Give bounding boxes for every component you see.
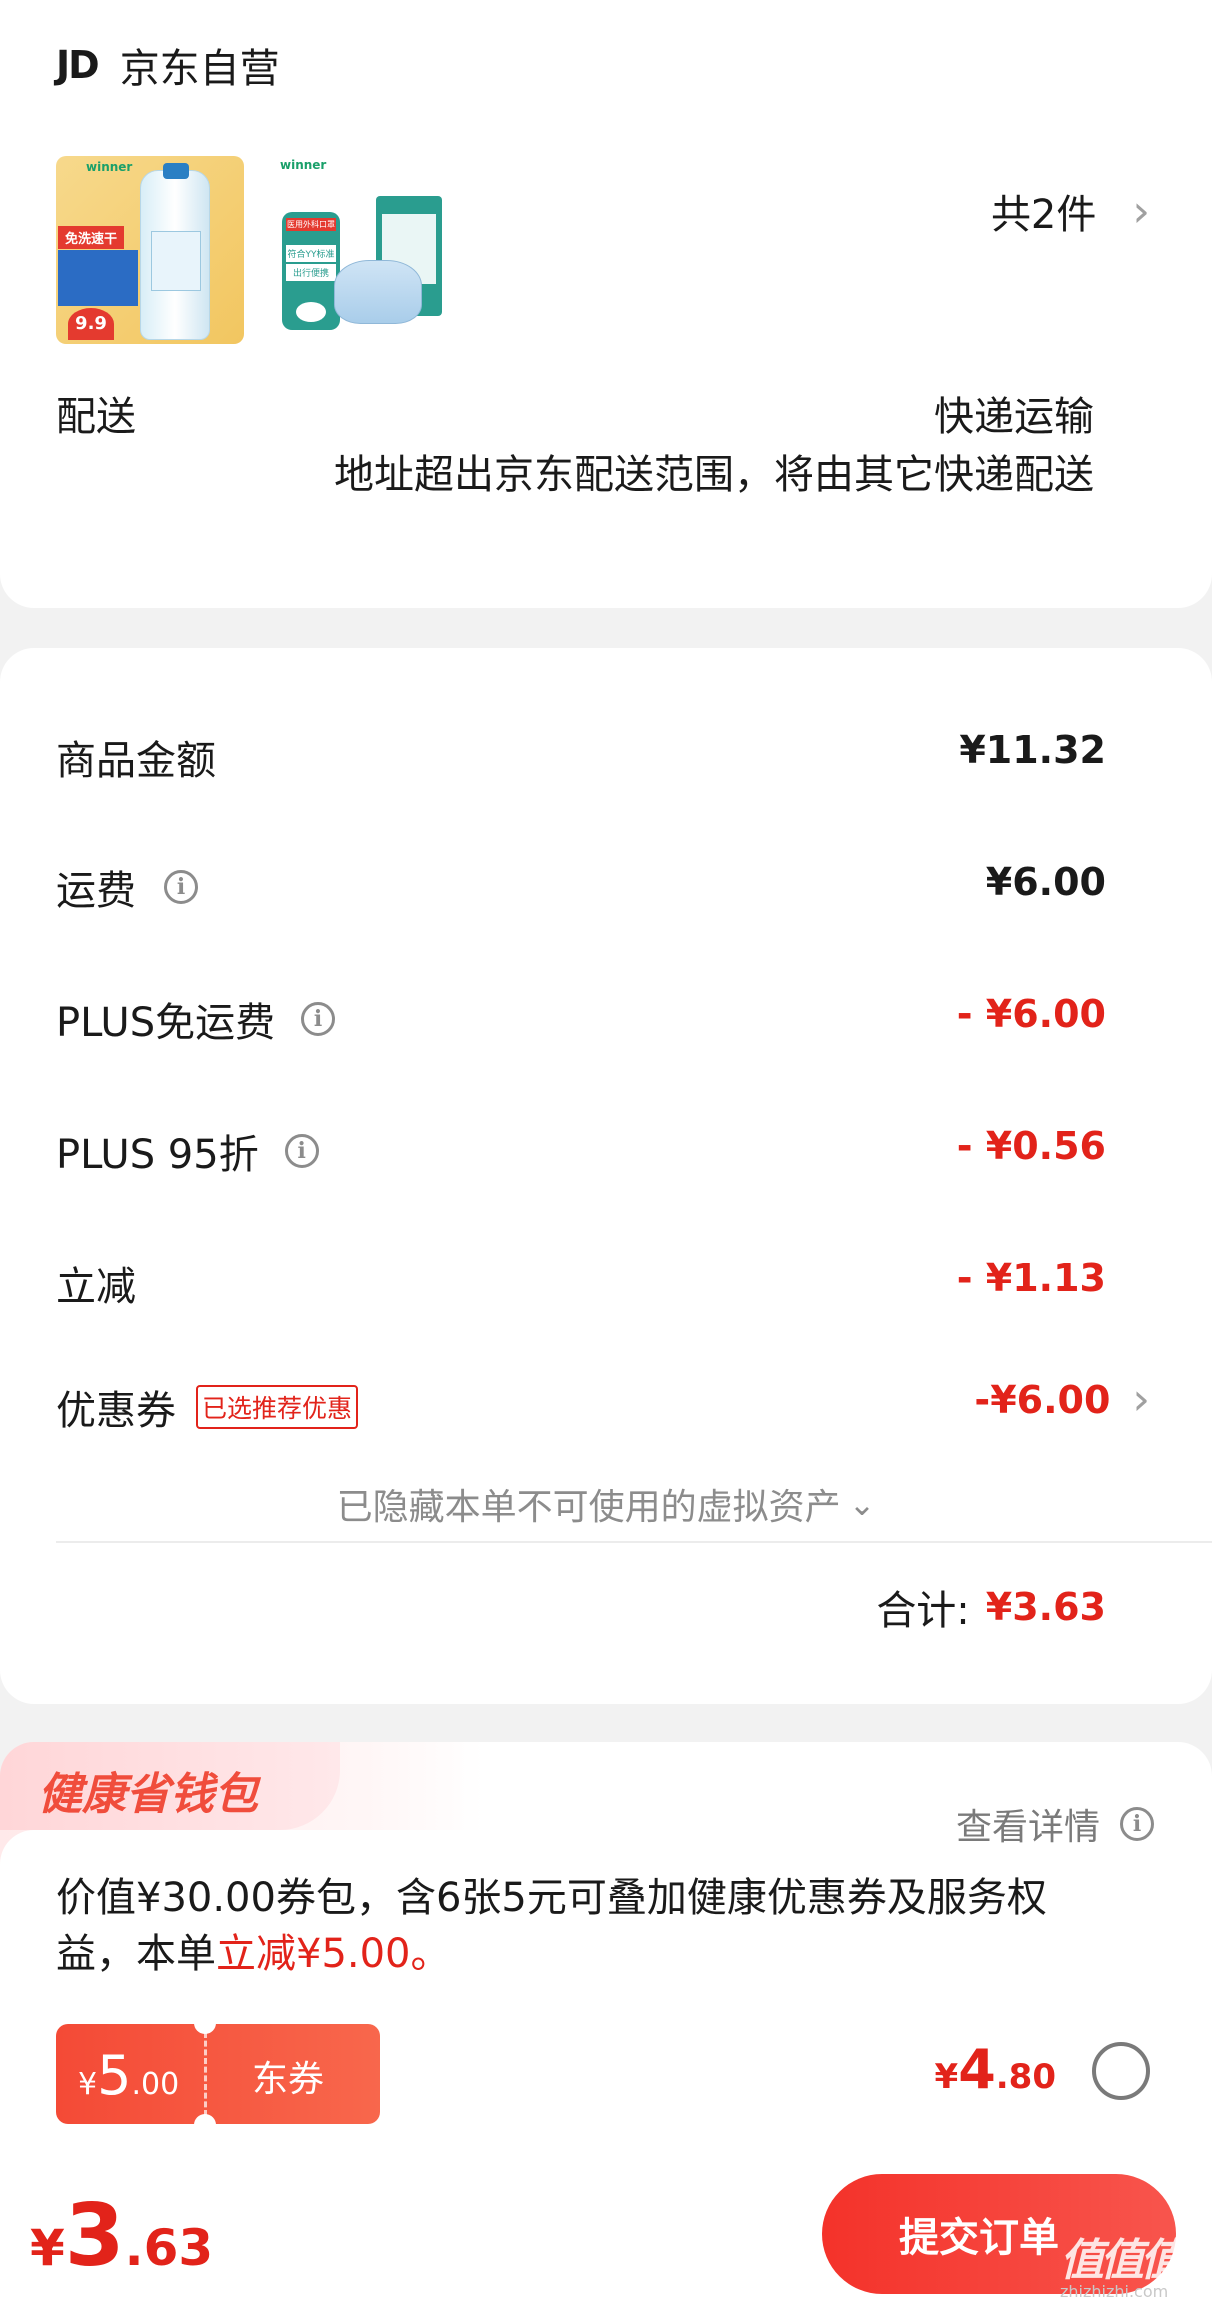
submit-order-label: 提交订单	[899, 2215, 1059, 2261]
price-summary-card: 商品金额 ¥11.32 运费 i ¥6.00 PLUS免运费 i - ¥6.00…	[0, 648, 1212, 1704]
plus-95-label: PLUS 95折	[56, 1132, 259, 1178]
info-icon[interactable]: i	[284, 1134, 319, 1168]
view-details-text: 查看详情	[955, 1807, 1100, 1848]
goods-amount-value: ¥11.32	[959, 728, 1106, 772]
ticket-type: 东券	[252, 2059, 325, 2100]
health-desc-line2: 益，本单立减¥5.00。	[56, 1931, 451, 1977]
plus-free-shipping-label: PLUS免运费	[56, 1000, 276, 1046]
watermark-url: zhizhizhi.com	[1060, 2282, 1169, 2301]
health-description: 价值¥30.00券包，含6张5元可叠加健康优惠券及服务权 益，本单立减¥5.00…	[56, 1870, 1176, 1982]
product-thumb-2[interactable]: winner 医用外科口罩 符合YY标准 出行便携	[268, 156, 456, 344]
ticket-notch-bottom	[194, 2114, 216, 2136]
shipping-row: 运费 i	[56, 858, 198, 916]
jd-logo: JD	[56, 43, 100, 87]
health-desc-line1: 价值¥30.00券包，含6张5元可叠加健康优惠券及服务权	[56, 1875, 1047, 1921]
promo-badge: 免洗速干	[58, 226, 124, 249]
total-value: ¥3.63	[985, 1585, 1106, 1629]
item-count: 共2件	[990, 192, 1097, 238]
shipping-value: ¥6.00	[985, 860, 1106, 904]
promo-info	[58, 250, 138, 306]
info-icon[interactable]: i	[301, 1002, 336, 1036]
plus-95-value: - ¥0.56	[956, 1124, 1106, 1168]
info-icon: i	[1120, 1807, 1154, 1841]
shipping-label: 运费	[56, 868, 136, 914]
goods-amount-label: 商品金额	[56, 738, 216, 784]
hidden-assets-text: 已隐藏本单不可使用的虚拟资产	[336, 1487, 841, 1528]
hidden-assets-toggle[interactable]: 已隐藏本单不可使用的虚拟资产 ⌄	[0, 1478, 1212, 1530]
view-details-link[interactable]: 查看详情 i	[956, 1798, 1154, 1850]
shop-card: JD 京东自营 winner 免洗速干 9.9 winner 医用外科口罩 符合…	[0, 0, 1212, 608]
delivery-note: 地址超出京东配送范围，将由其它快递配送	[334, 452, 1094, 498]
item-count-link[interactable]: 共2件 ›	[991, 182, 1150, 240]
health-wallet-title: 健康省钱包	[38, 1769, 258, 1820]
health-select-radio[interactable]	[1092, 2042, 1150, 2100]
ticket-amount: ¥ 5 .00	[78, 2044, 180, 2107]
bottom-total: ¥ 3 .63	[30, 2186, 214, 2286]
brand-logo: winner	[280, 158, 327, 172]
plus-free-shipping-value: - ¥6.00	[956, 992, 1106, 1036]
coupon-label: 优惠券	[56, 1388, 176, 1434]
coupon-tag: 已选推荐优惠	[196, 1385, 359, 1429]
watermark-logo: 值值值	[1060, 2235, 1184, 2286]
instant-discount-label: 立减	[56, 1264, 136, 1310]
total-row: 合计: ¥3.63	[876, 1578, 1106, 1636]
coupon-row[interactable]: 优惠券 已选推荐优惠	[56, 1378, 359, 1436]
coupon-value: -¥6.00	[974, 1377, 1111, 1422]
health-wallet-card: 健康省钱包 查看详情 i 价值¥30.00券包，含6张5元可叠加健康优惠券及服务…	[0, 1742, 1212, 2162]
info-icon[interactable]: i	[164, 870, 198, 904]
product-thumb-1[interactable]: winner 免洗速干 9.9	[56, 156, 244, 344]
plus-95-row: PLUS 95折 i	[56, 1122, 319, 1180]
health-coupon-ticket: ¥ 5 .00 东券	[56, 2012, 380, 2136]
instant-discount-value: - ¥1.13	[956, 1256, 1106, 1300]
total-label: 合计:	[876, 1588, 970, 1634]
chevron-right-icon: ›	[1132, 185, 1150, 237]
promo-price: 9.9	[68, 308, 114, 340]
bottom-bar: ¥ 3 .63 提交订单 值值值 zhizhizhi.com	[0, 2162, 1212, 2308]
chevron-down-icon: ⌄	[848, 1485, 876, 1523]
delivery-method[interactable]: 快递运输	[934, 384, 1094, 442]
bottle-image	[140, 163, 210, 340]
shop-header: JD 京东自营	[56, 36, 280, 94]
chevron-right-icon: ›	[1132, 1374, 1150, 1425]
shop-name: 京东自营	[119, 46, 280, 92]
divider	[56, 1541, 1212, 1543]
ticket-divider	[204, 2032, 207, 2116]
delivery-label: 配送	[56, 394, 136, 440]
plus-free-shipping-row: PLUS免运费 i	[56, 990, 336, 1048]
brand-logo: winner	[86, 160, 133, 174]
mask-image	[334, 260, 422, 324]
health-wallet-tab: 健康省钱包	[0, 1742, 340, 1830]
coupon-value-link[interactable]: -¥6.00 ›	[974, 1374, 1150, 1425]
health-price: ¥ 4 .80	[934, 2038, 1056, 2101]
ticket-notch-top	[194, 2012, 216, 2034]
mask-card: 医用外科口罩 符合YY标准 出行便携	[282, 212, 340, 330]
